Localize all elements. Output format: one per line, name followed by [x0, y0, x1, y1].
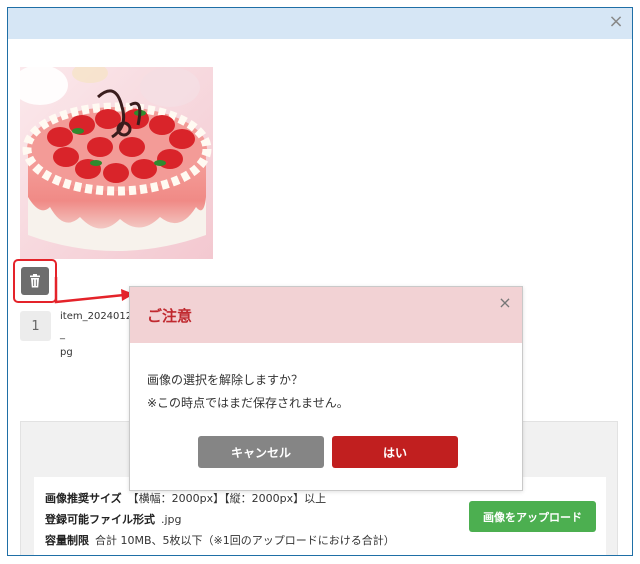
window-close-icon[interactable]: ×: [606, 11, 626, 33]
recommended-size-row: 画像推奨サイズ 【横幅：2000px】【縦：2000px】以上: [45, 490, 326, 506]
window-titlebar: ×: [8, 8, 632, 39]
size-limit-value: 合計 10MB、5枚以下（※1回のアップロードにおける合計）: [95, 534, 395, 547]
dialog-message: 画像の選択を解除しますか？ ※この時点ではまだ保存されません。: [147, 369, 349, 415]
recommended-size-value: 【横幅：2000px】【縦：2000px】以上: [127, 492, 327, 505]
recommended-size-label: 画像推奨サイズ: [45, 492, 122, 505]
trash-highlight-frame: [13, 259, 57, 303]
delete-image-button[interactable]: [21, 267, 49, 295]
dialog-close-icon[interactable]: ×: [496, 293, 514, 312]
confirm-yes-button[interactable]: はい: [332, 436, 458, 468]
confirm-dialog: ご注意 × 画像の選択を解除しますか？ ※この時点ではまだ保存されません。 キャ…: [129, 286, 523, 491]
file-format-label: 登録可能ファイル形式: [45, 513, 155, 526]
image-number-badge: 1: [20, 311, 51, 341]
dialog-title: ご注意: [147, 307, 193, 325]
file-format-value: .jpg: [161, 513, 182, 526]
cancel-button[interactable]: キャンセル: [198, 436, 324, 468]
size-limit-row: 容量制限 合計 10MB、5枚以下（※1回のアップロードにおける合計）: [45, 532, 395, 548]
dialog-message-line1: 画像の選択を解除しますか？: [147, 373, 304, 387]
cake-photo: [20, 67, 213, 259]
size-limit-label: 容量制限: [45, 534, 89, 547]
dialog-header: ご注意 ×: [130, 287, 522, 343]
image-filename: item_20240123_ pg: [60, 311, 139, 358]
dialog-message-line2: ※この時点ではまだ保存されません。: [147, 396, 349, 410]
trash-icon: [30, 274, 40, 288]
upload-image-button[interactable]: 画像をアップロード: [469, 501, 596, 532]
file-format-row: 登録可能ファイル形式 .jpg: [45, 511, 182, 527]
